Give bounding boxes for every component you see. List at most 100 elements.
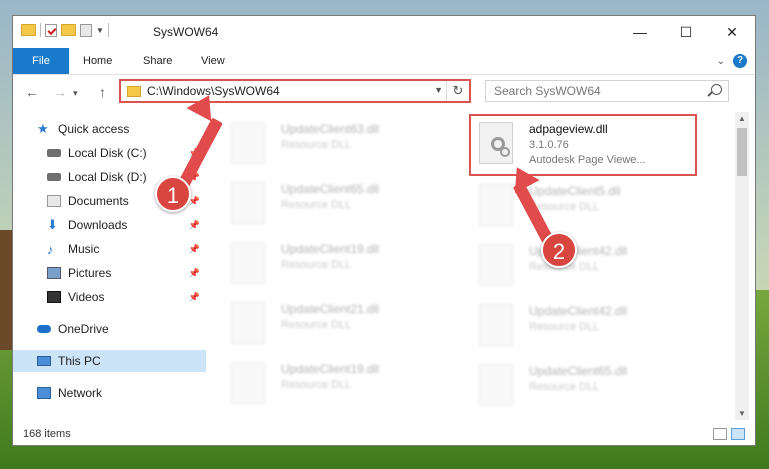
computer-icon	[37, 356, 51, 366]
sidebar-item-label: OneDrive	[58, 322, 109, 336]
file-name: UpdateClient21.dll	[281, 302, 380, 316]
dll-file-icon	[231, 122, 265, 164]
expand-ribbon-icon[interactable]: ⌄	[717, 56, 725, 67]
pin-icon: 📌	[188, 291, 200, 302]
network-icon	[37, 387, 51, 399]
help-icon[interactable]: ?	[733, 54, 747, 68]
tiles-view-icon[interactable]	[731, 428, 745, 440]
sidebar-item-label: Network	[58, 386, 103, 400]
dll-file-icon	[479, 184, 513, 226]
dll-file-icon	[231, 362, 265, 404]
file-name: UpdateClient42.dll	[529, 304, 628, 318]
file-tile[interactable]: UpdateClient19.dll Resource DLL	[223, 356, 443, 412]
sidebar-item-quick-access[interactable]: ★ Quick access	[13, 118, 206, 140]
details-view-icon[interactable]	[713, 428, 727, 440]
dll-file-icon	[231, 182, 265, 224]
search-input[interactable]: Search SysWOW64	[485, 80, 729, 102]
sidebar-item-label: Local Disk (C:)	[68, 146, 147, 160]
tab-view[interactable]: View	[189, 48, 237, 74]
title-bar: ▼ SysWOW64 — ☐ ✕	[13, 16, 755, 48]
dll-file-icon	[479, 304, 513, 346]
sidebar-item-downloads[interactable]: ⬇ Downloads 📌	[13, 214, 206, 236]
file-tile[interactable]: UpdateClient19.dll Resource DLL	[223, 236, 443, 292]
file-tile[interactable]: UpdateClient42.dll Resource DLL	[471, 238, 691, 294]
music-icon: ♪	[47, 241, 54, 257]
search-placeholder: Search SysWOW64	[494, 84, 601, 98]
file-description: Autodesk Page Viewe...	[529, 154, 646, 166]
new-folder-icon[interactable]	[61, 24, 76, 36]
refresh-button[interactable]: ↻	[446, 81, 469, 101]
folder-icon	[127, 86, 141, 97]
sidebar-item-videos[interactable]: Videos 📌	[13, 286, 206, 308]
address-bar[interactable]: C:\Windows\SysWOW64 ▼ ↻	[119, 79, 471, 103]
file-tile-adpageview[interactable]: adpageview.dll 3.1.0.76 Autodesk Page Vi…	[469, 114, 697, 176]
search-icon[interactable]	[711, 84, 722, 95]
vertical-scrollbar[interactable]: ▲ ▼	[735, 112, 749, 420]
file-name: UpdateClient5.dll	[529, 184, 621, 198]
file-explorer-window: ▼ SysWOW64 — ☐ ✕ File Home Share View ⌄ …	[12, 15, 756, 446]
pin-icon: 📌	[188, 243, 200, 254]
window-title: SysWOW64	[153, 25, 219, 39]
pictures-icon	[47, 267, 61, 279]
ribbon-tabs: File Home Share View ⌄ ?	[13, 48, 755, 75]
sidebar-item-label: Quick access	[58, 122, 130, 136]
forward-arrow-icon[interactable]: →	[53, 84, 67, 100]
sidebar-item-music[interactable]: ♪ Music 📌	[13, 238, 206, 260]
tab-file[interactable]: File	[13, 48, 69, 74]
sidebar-item-label: Music	[68, 242, 100, 256]
star-icon: ★	[37, 121, 49, 136]
sidebar-item-label: Documents	[68, 194, 129, 208]
view-switcher	[713, 428, 745, 440]
sidebar-item-local-disk-c[interactable]: Local Disk (C:) 📌	[13, 142, 206, 164]
document-icon	[47, 195, 61, 207]
dll-file-icon	[479, 122, 513, 164]
close-button[interactable]: ✕	[709, 16, 755, 48]
recent-locations-icon[interactable]: ▾	[73, 88, 78, 99]
step-2-badge: 2	[541, 232, 577, 268]
minimize-button[interactable]: —	[617, 16, 663, 48]
sidebar-item-label: This PC	[58, 354, 101, 368]
file-type: Resource DLL	[281, 139, 352, 151]
quick-access-toolbar: ▼	[21, 23, 109, 37]
file-type: Resource DLL	[281, 259, 352, 271]
item-count: 168 items	[23, 428, 71, 440]
window-controls: — ☐ ✕	[617, 16, 755, 48]
dll-file-icon	[231, 242, 265, 284]
up-arrow-icon[interactable]: ↑	[99, 84, 106, 100]
chevron-down-icon[interactable]: ▼	[434, 85, 443, 95]
file-name: UpdateClient63.dll	[281, 122, 380, 136]
file-tile[interactable]: UpdateClient5.dll Resource DLL	[471, 178, 691, 234]
back-arrow-icon[interactable]: ←	[25, 84, 39, 100]
tab-home[interactable]: Home	[71, 48, 124, 74]
file-tile[interactable]: UpdateClient65.dll Resource DLL	[471, 358, 691, 414]
customize-toolbar-icon[interactable]	[80, 23, 92, 37]
dll-file-icon	[231, 302, 265, 344]
scrollbar-thumb[interactable]	[737, 128, 747, 176]
sidebar-item-network[interactable]: Network	[13, 382, 206, 404]
maximize-button[interactable]: ☐	[663, 16, 709, 48]
file-name: adpageview.dll	[529, 122, 608, 136]
file-type: Resource DLL	[529, 381, 600, 393]
chevron-down-icon[interactable]: ▼	[96, 26, 104, 35]
file-tile[interactable]: UpdateClient65.dll Resource DLL	[223, 176, 443, 232]
file-tile[interactable]: UpdateClient42.dll Resource DLL	[471, 298, 691, 354]
properties-icon[interactable]	[45, 23, 57, 37]
file-tile[interactable]: UpdateClient21.dll Resource DLL	[223, 296, 443, 352]
file-type: Resource DLL	[281, 379, 352, 391]
sidebar-item-pictures[interactable]: Pictures 📌	[13, 262, 206, 284]
gear-icon	[500, 147, 510, 157]
address-path[interactable]: C:\Windows\SysWOW64	[147, 84, 280, 98]
file-name: UpdateClient65.dll	[529, 364, 628, 378]
file-tile[interactable]: UpdateClient63.dll Resource DLL	[223, 116, 443, 172]
sidebar-item-label: Videos	[68, 290, 105, 304]
onedrive-icon	[37, 325, 51, 333]
sidebar-item-this-pc[interactable]: This PC	[13, 350, 206, 372]
sidebar-item-onedrive[interactable]: OneDrive	[13, 318, 206, 340]
file-name: UpdateClient19.dll	[281, 362, 380, 376]
tab-share[interactable]: Share	[131, 48, 184, 74]
divider	[107, 23, 109, 37]
scroll-down-icon[interactable]: ▼	[738, 409, 746, 418]
file-type: Resource DLL	[281, 199, 352, 211]
file-type: Resource DLL	[281, 319, 352, 331]
scroll-up-icon[interactable]: ▲	[738, 114, 746, 123]
